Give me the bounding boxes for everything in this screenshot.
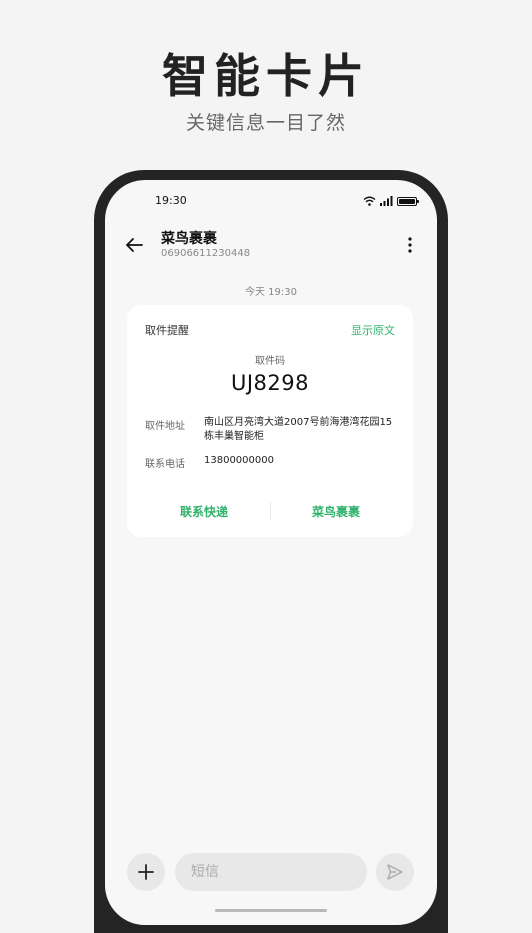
status-bar: 19:30	[105, 194, 437, 210]
plus-icon	[138, 864, 154, 880]
contact-courier-button[interactable]: 联系快递	[144, 503, 264, 520]
address-label: 取件地址	[145, 421, 185, 432]
signal-icon	[380, 196, 393, 206]
smart-card: 取件提醒 显示原文 取件码 UJ8298 取件地址 南山区月亮湾大道2007号前…	[127, 305, 413, 537]
more-vertical-icon[interactable]	[405, 235, 415, 255]
add-button[interactable]	[127, 853, 165, 891]
status-time: 19:30	[155, 194, 187, 207]
phone-screen: 19:30 菜鸟裹裹 06906611230448 今天 19:30 取件提醒 …	[105, 180, 437, 925]
card-divider	[270, 502, 271, 520]
card-title: 取件提醒	[145, 324, 189, 337]
page: 智能卡片 关键信息一目了然 19:30 菜鸟裹裹 06906611230448 …	[0, 0, 532, 933]
address-value: 南山区月亮湾大道2007号前海港湾花园15栋丰巢智能柜	[204, 417, 393, 442]
phone-frame: 19:30 菜鸟裹裹 06906611230448 今天 19:30 取件提醒 …	[94, 170, 448, 933]
conversation-header: 菜鸟裹裹 06906611230448	[105, 228, 437, 268]
pickup-code-value: UJ8298	[230, 371, 309, 395]
send-icon	[387, 864, 403, 880]
contact-name: 菜鸟裹裹	[161, 231, 217, 247]
wifi-icon	[363, 196, 376, 206]
pickup-code-label: 取件码	[255, 356, 285, 367]
phone-value: 13800000000	[204, 455, 274, 466]
sms-input[interactable]	[175, 853, 367, 891]
hero-subtitle: 关键信息一目了然	[185, 112, 346, 134]
battery-icon	[397, 196, 419, 206]
phone-label: 联系电话	[145, 459, 185, 470]
home-indicator	[215, 909, 327, 912]
status-icons	[363, 196, 419, 206]
open-app-button[interactable]: 菜鸟裹裹	[276, 503, 396, 520]
message-composer	[105, 852, 437, 892]
show-original-link[interactable]: 显示原文	[351, 322, 395, 338]
message-timestamp: 今天 19:30	[245, 287, 297, 298]
send-button[interactable]	[376, 853, 414, 891]
arrow-left-icon[interactable]	[123, 234, 145, 256]
contact-number: 06906611230448	[161, 248, 251, 259]
hero-title: 智能卡片	[162, 49, 370, 103]
